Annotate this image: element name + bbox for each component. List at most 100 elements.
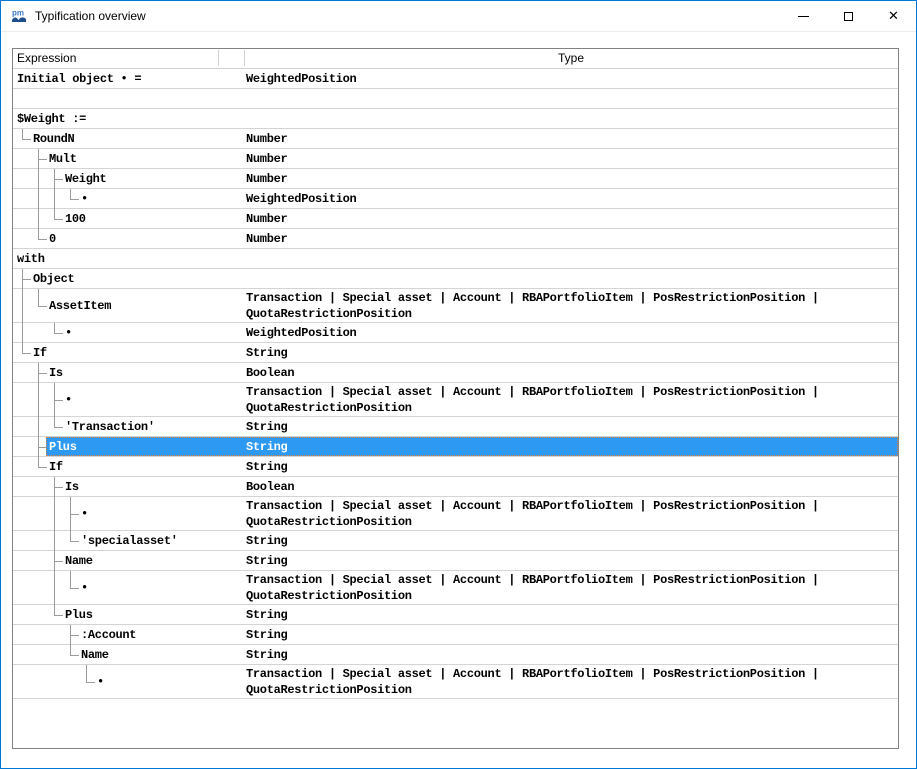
tree-guide-line [22,323,23,343]
table-row[interactable]: 'specialasset' String [13,531,898,551]
type-cell: Number [246,129,896,148]
tree-guide-line [38,169,39,189]
tree-connector-tick [38,306,47,307]
maximize-icon [844,12,853,21]
table-row[interactable]: 100Number [13,209,898,229]
tree-connector-line [54,209,55,219]
tree-connector-tick [22,139,31,140]
tree-connector-line [86,665,87,682]
type-cell: Transaction | Special asset | Account | … [246,571,896,604]
close-icon: ✕ [888,10,899,23]
expression-cell: • [81,497,88,530]
table-row[interactable]: 0 Number [13,229,898,249]
tree-guide-line [22,289,23,323]
minimize-button[interactable] [781,1,826,31]
tree-guide-line [54,531,55,551]
expression-cell: Name [65,551,93,570]
type-cell: Number [246,209,896,228]
table-row[interactable]: Initial object • = WeightedPosition [13,69,898,89]
tree-guide-line [54,497,55,531]
expression-cell: • [81,189,88,208]
expression-cell: 0 [49,229,56,248]
tree-connector-tick [38,373,47,374]
expression-cell: Weight [65,169,106,188]
tree-connector-tick [38,159,47,160]
table-row[interactable]: •WeightedPosition [13,189,898,209]
tree-connector-tick [70,588,79,589]
expression-cell: Is [65,477,79,496]
expression-cell: Initial object • = [17,69,141,88]
type-cell: String [246,343,896,362]
column-separator[interactable] [218,50,219,66]
expression-cell: • [81,571,88,604]
table-row[interactable]: Object [13,269,898,289]
column-header-type[interactable]: Type [244,51,898,65]
type-cell: String [246,531,896,550]
table-row[interactable]: Is Boolean [13,477,898,497]
expression-cell: 'specialasset' [81,531,178,550]
expression-cell: 'Transaction' [65,417,155,436]
type-cell: Number [246,149,896,168]
table-row[interactable]: $Weight := [13,109,898,129]
minimize-icon [798,16,809,17]
type-cell: String [246,437,896,456]
expression-cell: • [97,665,104,698]
type-cell: Transaction | Special asset | Account | … [246,383,896,416]
table-row[interactable]: RoundN Number [13,129,898,149]
type-cell: String [246,551,896,570]
type-cell [246,269,896,288]
table-row[interactable]: NameString [13,645,898,665]
table-row[interactable]: Name String [13,551,898,571]
table-row[interactable]: IfString [13,457,898,477]
table-row[interactable]: •Transaction | Special asset | Account |… [13,497,898,531]
tree-connector-line [70,531,71,541]
table-row[interactable]: :AccountString [13,625,898,645]
tree-connector-tick [54,615,63,616]
table-row[interactable]: with [13,249,898,269]
table-row[interactable]: IsBoolean [13,363,898,383]
tree-connector-tick [70,635,79,636]
type-cell: Boolean [246,363,896,382]
type-cell [246,109,896,128]
table-row[interactable]: PlusString [13,605,898,625]
expression-cell: RoundN [33,129,74,148]
expression-cell: $Weight := [17,109,86,128]
tree-connector-line [70,189,71,199]
table-row[interactable]: MultNumber [13,149,898,169]
table-header-row: Expression Type [13,49,898,69]
type-cell: Number [246,229,896,248]
type-cell: String [246,625,896,644]
type-cell: Transaction | Special asset | Account | … [246,289,896,322]
expression-cell: Plus [65,605,93,624]
tree-connector-line [38,289,39,306]
table-row[interactable]: • Transaction | Special asset | Account |… [13,665,898,699]
close-button[interactable]: ✕ [871,1,916,31]
type-cell: WeightedPosition [246,323,896,342]
tree-guide-line [38,383,39,417]
tree-connector-line [38,457,39,467]
tree-connector-tick [54,179,63,180]
column-header-expression[interactable]: Expression [17,51,76,65]
table-row[interactable]: • Transaction | Special asset | Account |… [13,383,898,417]
table-row[interactable]: Weight Number [13,169,898,189]
type-cell: Number [246,169,896,188]
table-row[interactable]: • Transaction | Special asset | Account |… [13,571,898,605]
tree-connector-tick [70,655,79,656]
maximize-button[interactable] [826,1,871,31]
type-cell: Boolean [246,477,896,496]
table-row[interactable]: 'Transaction'String [13,417,898,437]
tree-connector-line [22,129,23,139]
tree-connector-tick [70,541,79,542]
title-bar: pm Typification overview ✕ [1,1,916,32]
tree-connector-line [54,605,55,615]
type-cell: WeightedPosition [246,69,896,88]
tree-guide-line [54,571,55,605]
table-row[interactable]: IfString [13,343,898,363]
type-cell: Transaction | Special asset | Account | … [246,665,896,698]
tree-connector-tick [86,682,95,683]
table-row[interactable]: •WeightedPosition [13,323,898,343]
tree-connector-line [54,323,55,333]
table-row[interactable]: AssetItemTransaction | Special asset | A… [13,289,898,323]
expression-cell: • [65,383,72,416]
table-row[interactable]: PlusString [13,437,898,457]
